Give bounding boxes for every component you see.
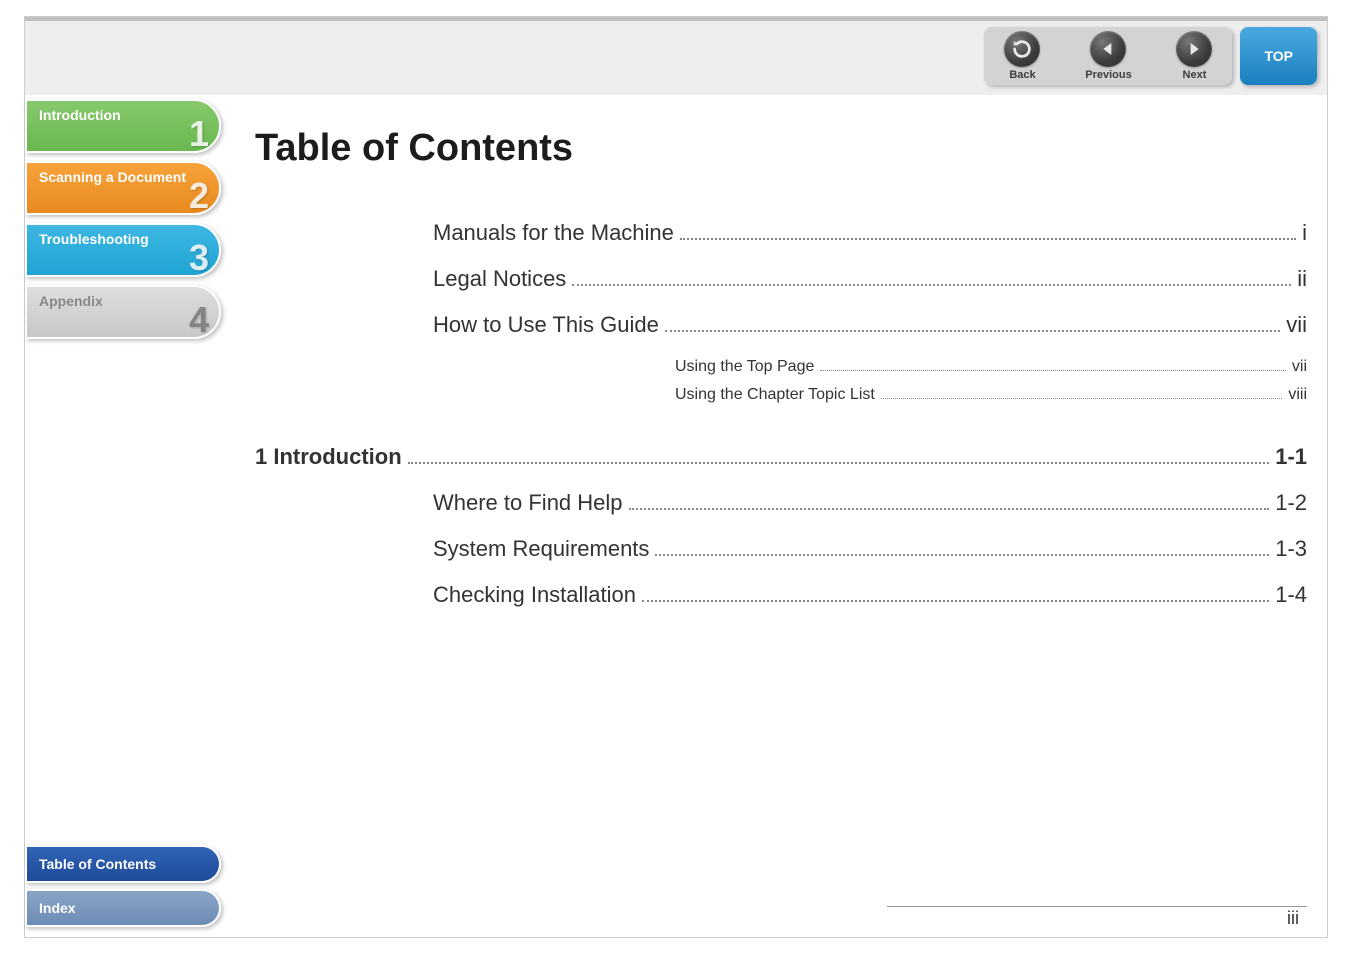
toc-page: 1-2	[1275, 490, 1307, 516]
next-button[interactable]: Next	[1162, 31, 1226, 81]
page-frame: Back Previous Next TOP	[24, 16, 1328, 938]
top-button[interactable]: TOP	[1240, 27, 1317, 85]
btab-label: Table of Contents	[39, 856, 156, 872]
page-number: iii	[1287, 908, 1299, 929]
toc-entry-legal[interactable]: Legal Notices ii	[433, 266, 1307, 292]
toc-list: Manuals for the Machine i Legal Notices …	[255, 220, 1307, 608]
toc-dots	[680, 237, 1296, 240]
toc-entry-manuals[interactable]: Manuals for the Machine i	[433, 220, 1307, 246]
toc-dots	[408, 461, 1270, 464]
toc-dots	[642, 599, 1269, 602]
sidebar-bottom-tabs: Table of Contents Index	[25, 839, 221, 927]
btab-index[interactable]: Index	[25, 889, 221, 927]
toc-page: 1-3	[1275, 536, 1307, 562]
top-label: TOP	[1264, 48, 1293, 64]
tab-scanning[interactable]: Scanning a Document 2	[25, 161, 221, 215]
toc-entry-howto[interactable]: How to Use This Guide vii	[433, 312, 1307, 338]
tab-introduction[interactable]: Introduction 1	[25, 99, 221, 153]
toc-page: 1-1	[1275, 444, 1307, 470]
toc-dots	[572, 283, 1291, 286]
tab-number: 1	[189, 112, 209, 155]
tab-number: 2	[189, 174, 209, 217]
btab-label: Index	[39, 900, 76, 916]
toc-entry-findhelp[interactable]: Where to Find Help 1-2	[433, 490, 1307, 516]
back-icon	[1004, 31, 1040, 67]
toc-page: vii	[1286, 312, 1307, 338]
tab-label: Scanning a Document	[39, 169, 186, 186]
toc-label: Legal Notices	[433, 266, 566, 292]
previous-icon	[1090, 31, 1126, 67]
toc-label: Manuals for the Machine	[433, 220, 674, 246]
footer-divider	[887, 906, 1307, 907]
toc-entry-sysreq[interactable]: System Requirements 1-3	[433, 536, 1307, 562]
toc-entry-chapterlist[interactable]: Using the Chapter Topic List viii	[675, 386, 1307, 404]
toc-chapter-intro[interactable]: 1 Introduction 1-1	[255, 444, 1307, 470]
tab-appendix[interactable]: Appendix 4	[25, 285, 221, 339]
toc-dots	[655, 553, 1269, 556]
next-label: Next	[1183, 69, 1207, 81]
toc-label: Checking Installation	[433, 582, 636, 608]
tab-troubleshooting[interactable]: Troubleshooting 3	[25, 223, 221, 277]
tab-label: Appendix	[39, 293, 103, 310]
toc-dots	[629, 507, 1270, 510]
content-area: Table of Contents Manuals for the Machin…	[255, 117, 1307, 907]
toc-dots	[665, 329, 1280, 332]
tab-label: Introduction	[39, 107, 121, 124]
toc-page: vii	[1292, 358, 1307, 376]
toc-entry-checkinstall[interactable]: Checking Installation 1-4	[433, 582, 1307, 608]
tab-label: Troubleshooting	[39, 231, 149, 248]
btab-toc[interactable]: Table of Contents	[25, 845, 221, 883]
toc-label: Where to Find Help	[433, 490, 623, 516]
tab-number: 3	[189, 236, 209, 279]
toc-page: ii	[1297, 266, 1307, 292]
toc-label: 1 Introduction	[255, 444, 402, 470]
back-label: Back	[1009, 69, 1035, 81]
back-button[interactable]: Back	[990, 31, 1054, 81]
toc-page: viii	[1288, 386, 1307, 404]
toc-label: Using the Chapter Topic List	[675, 386, 875, 404]
previous-button[interactable]: Previous	[1076, 31, 1140, 81]
top-bar-right: Back Previous Next TOP	[984, 25, 1317, 87]
toc-page: i	[1302, 220, 1307, 246]
sidebar-tabs: Introduction 1 Scanning a Document 2 Tro…	[25, 99, 221, 347]
next-icon	[1176, 31, 1212, 67]
toc-entry-toppage[interactable]: Using the Top Page vii	[675, 358, 1307, 376]
toc-label: How to Use This Guide	[433, 312, 659, 338]
tab-number: 4	[189, 298, 209, 341]
toc-label: Using the Top Page	[675, 358, 814, 376]
toc-page: 1-4	[1275, 582, 1307, 608]
top-bar: Back Previous Next TOP	[25, 17, 1327, 95]
toc-label: System Requirements	[433, 536, 649, 562]
previous-label: Previous	[1085, 69, 1131, 81]
toc-dots	[820, 369, 1286, 371]
toc-dots	[881, 397, 1283, 399]
nav-icon-tray: Back Previous Next	[984, 27, 1232, 85]
page-title: Table of Contents	[255, 127, 1307, 170]
